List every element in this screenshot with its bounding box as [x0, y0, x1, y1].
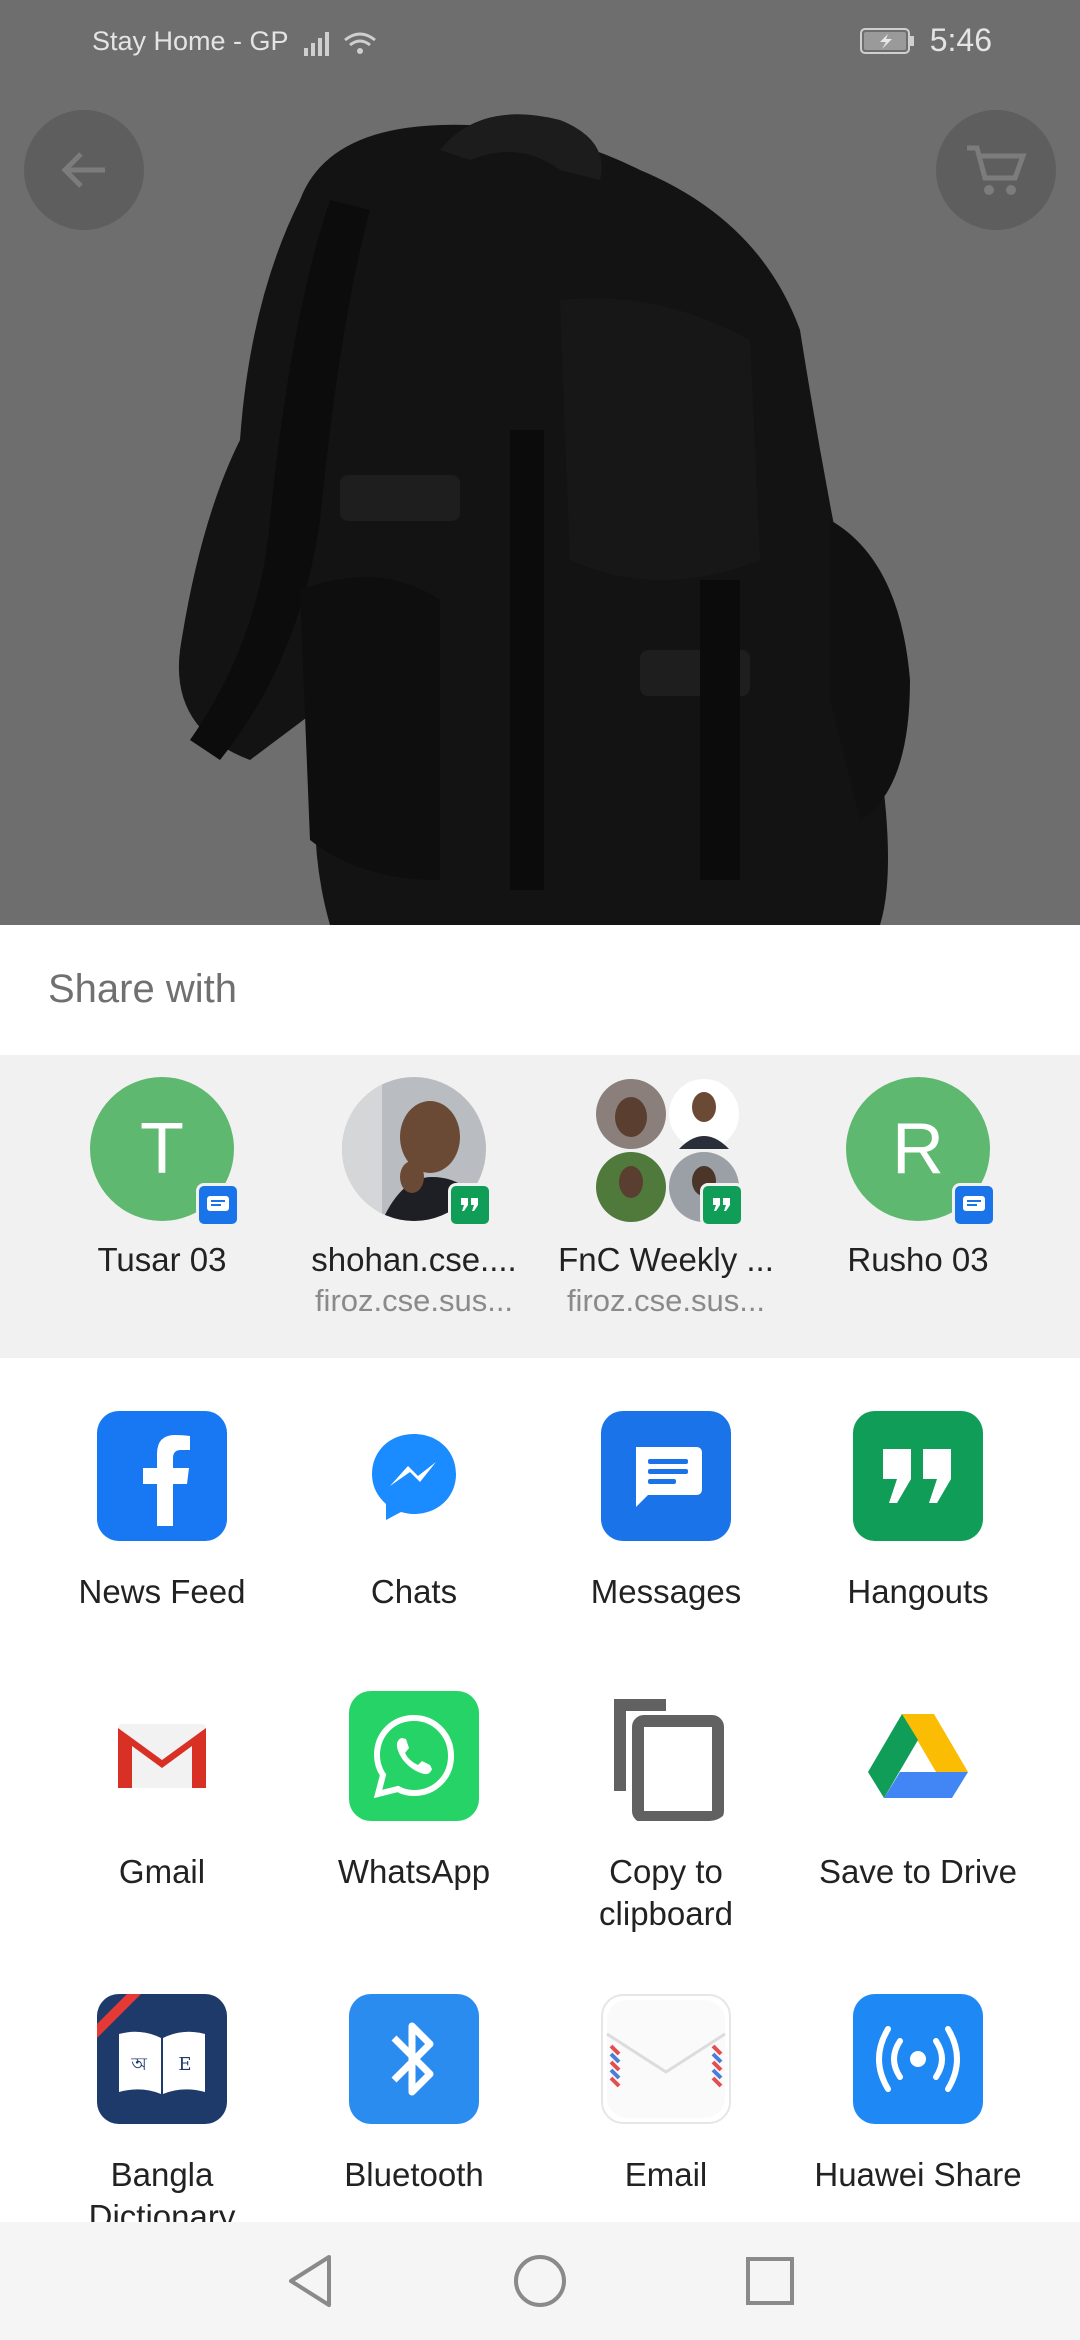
hangouts-icon: [853, 1411, 983, 1541]
carrier-label: Stay Home - GP: [92, 26, 289, 56]
messages-badge-icon: [952, 1183, 996, 1227]
share-app-messages[interactable]: Messages: [540, 1411, 792, 1613]
contact-account: firoz.cse.sus...: [314, 1283, 514, 1318]
app-label: Huawei Share: [814, 2156, 1022, 2193]
status-bar: Stay Home - GP 5:46: [0, 0, 1080, 84]
contact-name: shohan.cse....: [311, 1241, 517, 1278]
share-app-email[interactable]: Email: [540, 1994, 792, 2196]
hangouts-badge-icon: [448, 1183, 492, 1227]
app-label: Gmail: [118, 1853, 206, 1890]
share-app-facebook[interactable]: News Feed: [36, 1411, 288, 1613]
svg-text:অ: অ: [130, 2054, 147, 2075]
signal-icon: [304, 32, 376, 56]
nav-home-button[interactable]: [505, 2246, 575, 2316]
avatar: T: [90, 1077, 240, 1227]
share-sheet-title: Share with: [48, 967, 237, 1011]
facebook-icon: [97, 1411, 227, 1541]
circle-home-icon: [514, 2255, 566, 2307]
share-app-bluetooth[interactable]: Bluetooth: [288, 1994, 540, 2196]
backpack-image: [0, 0, 1080, 925]
app-label: Copy to clipboard: [599, 1853, 733, 1932]
bluetooth-icon: [349, 1994, 479, 2124]
square-recents-icon: [746, 2257, 794, 2305]
share-app-bangla-dictionary[interactable]: অE Bangla Dictionary: [36, 1994, 288, 2238]
gmail-icon: [97, 1691, 227, 1821]
share-app-drive[interactable]: Save to Drive: [792, 1691, 1044, 1893]
bangla-dictionary-icon: অE: [97, 1994, 227, 2124]
share-app-hangouts[interactable]: Hangouts: [792, 1411, 1044, 1613]
clock-label: 5:46: [929, 22, 992, 58]
messenger-icon: [349, 1411, 479, 1541]
contact-name: Tusar 03: [97, 1241, 227, 1278]
app-label: Chats: [370, 1573, 458, 1610]
app-label: Messages: [590, 1573, 742, 1610]
app-label: WhatsApp: [337, 1853, 491, 1890]
share-sheet: Share with T Tusar 03 shohan.cse.... fir…: [0, 925, 1080, 2235]
cart-button[interactable]: [936, 110, 1056, 230]
contact-account: firoz.cse.sus...: [566, 1283, 766, 1318]
share-app-huawei-share[interactable]: Huawei Share: [792, 1994, 1044, 2196]
nav-recents-button[interactable]: [735, 2246, 805, 2316]
share-app-messenger[interactable]: Chats: [288, 1411, 540, 1613]
nav-back-button[interactable]: [275, 2246, 345, 2316]
direct-share-row: T Tusar 03 shohan.cse.... firoz.cse.sus.…: [0, 1055, 1080, 1358]
system-navigation-bar: [0, 2222, 1080, 2340]
battery-icon: [859, 27, 914, 54]
triangle-back-icon: [289, 2255, 331, 2307]
direct-share-target-shohan[interactable]: shohan.cse.... firoz.cse.sus...: [288, 1077, 540, 1319]
share-app-copy-clipboard[interactable]: Copy to clipboard: [540, 1691, 792, 1935]
direct-share-target-tusar[interactable]: T Tusar 03: [36, 1077, 288, 1279]
app-label: News Feed: [78, 1573, 246, 1610]
avatar: R: [846, 1077, 996, 1227]
drive-icon: [853, 1691, 983, 1821]
share-app-whatsapp[interactable]: WhatsApp: [288, 1691, 540, 1893]
arrow-left-icon: [61, 152, 105, 188]
hangouts-badge-icon: [700, 1183, 744, 1227]
signal-wifi-icons: [300, 26, 380, 67]
app-label: Hangouts: [847, 1573, 989, 1610]
whatsapp-icon: [349, 1691, 479, 1821]
group-avatar: [594, 1077, 744, 1227]
share-app-gmail[interactable]: Gmail: [36, 1691, 288, 1893]
direct-share-target-rusho[interactable]: R Rusho 03: [792, 1077, 1044, 1279]
copy-icon: [601, 1691, 731, 1821]
email-icon: [601, 1994, 731, 2124]
messages-badge-icon: [196, 1183, 240, 1227]
app-label: Email: [624, 2156, 708, 2193]
direct-share-target-fnc-weekly[interactable]: FnC Weekly ... firoz.cse.sus...: [540, 1077, 792, 1319]
contact-name: FnC Weekly ...: [558, 1241, 774, 1278]
messages-icon: [601, 1411, 731, 1541]
avatar: [342, 1077, 492, 1227]
cart-icon: [967, 145, 1027, 195]
svg-text:E: E: [178, 2054, 191, 2075]
huawei-share-icon: [853, 1994, 983, 2124]
contact-name: Rusho 03: [847, 1241, 989, 1278]
product-image-backdrop: [0, 0, 1080, 925]
app-label: Bluetooth: [344, 2156, 484, 2193]
back-button[interactable]: [24, 110, 144, 230]
app-label: Save to Drive: [818, 1853, 1018, 1890]
